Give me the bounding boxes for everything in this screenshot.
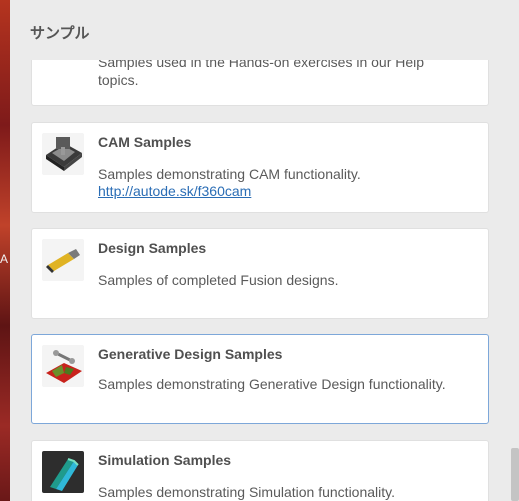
cam-samples-link[interactable]: http://autode.sk/f360cam — [98, 183, 251, 199]
generative-design-icon — [42, 345, 84, 387]
desktop-background-edge — [0, 0, 10, 501]
samples-list[interactable]: Samples used in the Hands-on exercises i… — [10, 60, 519, 501]
sample-card-description: Samples of completed Fusion designs. — [98, 272, 339, 288]
desktop-icon-label: A — [0, 252, 9, 266]
sample-card-title: Simulation Samples — [98, 452, 232, 468]
panel-title: サンプル — [30, 24, 90, 42]
sample-card-simulation[interactable]: Simulation Samples Samples demonstrating… — [31, 440, 489, 501]
samples-panel: サンプル Samples used in the Hands-on exerci… — [10, 0, 519, 501]
simulation-icon — [42, 451, 84, 493]
sample-card-title: CAM Samples — [98, 134, 192, 150]
sample-card-title: Design Samples — [98, 240, 207, 256]
sample-card-hands-on[interactable]: Samples used in the Hands-on exercises i… — [31, 60, 489, 106]
sample-card-description: Samples demonstrating Generative Design … — [98, 376, 446, 392]
sample-card-design[interactable]: Design Samples Samples of completed Fusi… — [31, 228, 489, 319]
sample-card-description: Samples used in the Hands-on exercises i… — [98, 60, 425, 88]
sample-card-cam[interactable]: CAM Samples Samples demonstrating CAM fu… — [31, 122, 489, 213]
vertical-scrollbar[interactable] — [511, 448, 519, 501]
sample-card-title: Generative Design Samples — [98, 346, 283, 362]
design-tool-icon — [42, 239, 84, 281]
cam-machine-icon — [42, 133, 84, 175]
sample-card-description: Samples demonstrating CAM functionality. — [98, 166, 361, 182]
hands-on-thumbnail-icon — [42, 60, 84, 65]
sample-card-description: Samples demonstrating Simulation functio… — [98, 484, 396, 500]
sample-card-generative-design[interactable]: Generative Design Samples Samples demons… — [31, 334, 489, 424]
